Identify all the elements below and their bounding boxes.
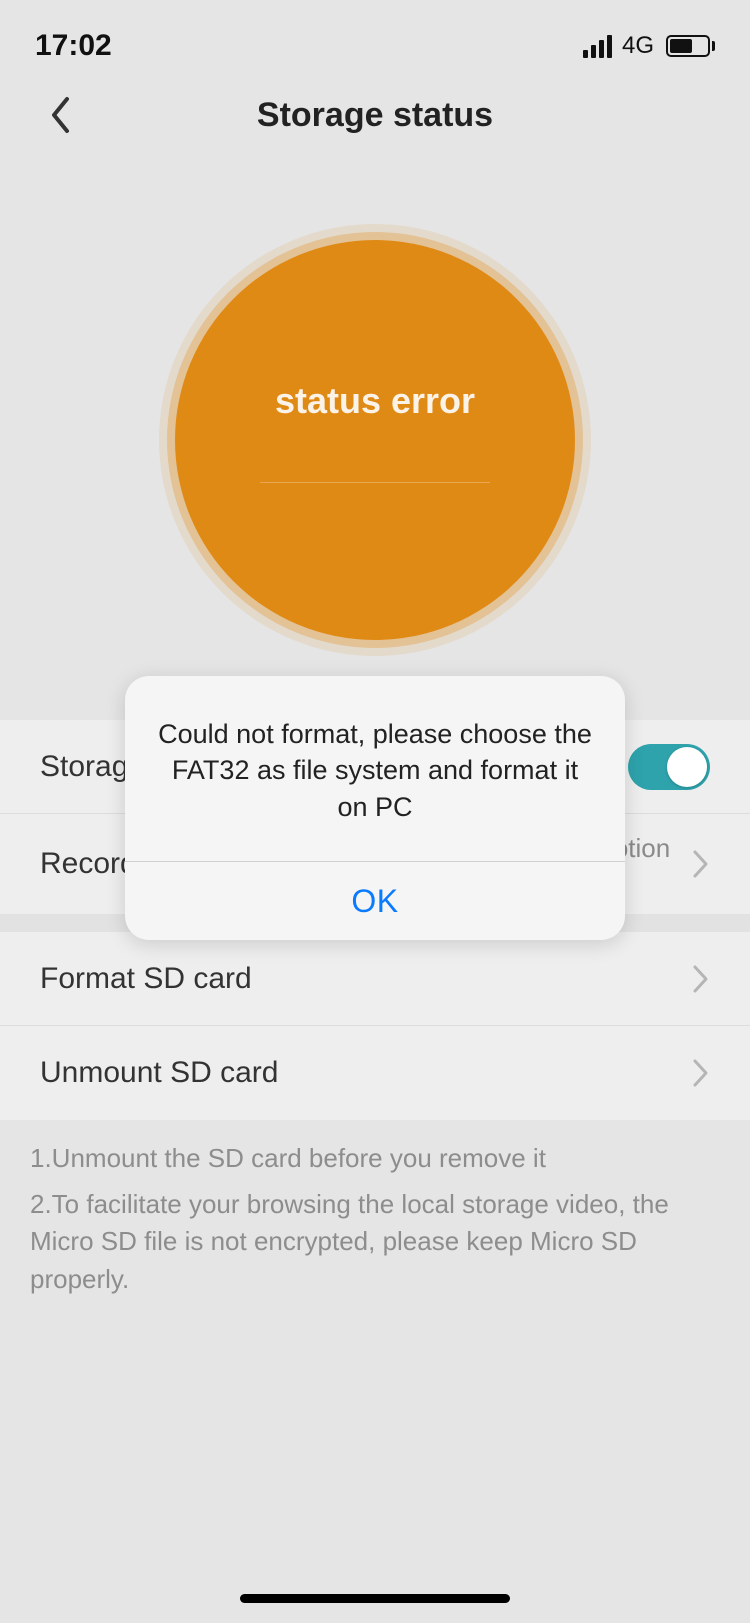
alert-message: Could not format, please choose the FAT3… <box>125 676 625 861</box>
status-right: 4G <box>583 32 715 60</box>
footer-line-2: 2.To facilitate your browsing the local … <box>30 1186 720 1299</box>
status-circle-area: status error <box>0 160 750 720</box>
home-indicator[interactable] <box>240 1594 510 1603</box>
status-circle-text: status error <box>275 380 475 422</box>
chevron-right-icon <box>692 1058 710 1088</box>
status-circle: status error <box>175 240 575 640</box>
toggle-knob <box>667 747 707 787</box>
chevron-left-icon <box>49 96 71 134</box>
alert-ok-button[interactable]: OK <box>125 862 625 940</box>
unmount-sd-card-label: Unmount SD card <box>40 1056 278 1090</box>
network-label: 4G <box>622 32 654 60</box>
footer-line-1: 1.Unmount the SD card before you remove … <box>30 1140 720 1178</box>
status-bar: 17:02 4G <box>0 0 750 70</box>
nav-bar: Storage status <box>0 70 750 160</box>
status-time: 17:02 <box>35 29 112 63</box>
storage-toggle[interactable] <box>628 744 710 790</box>
settings-section-2: Format SD card Unmount SD card <box>0 932 750 1120</box>
chevron-right-icon <box>692 849 710 879</box>
alert-dialog: Could not format, please choose the FAT3… <box>125 676 625 940</box>
footer-note: 1.Unmount the SD card before you remove … <box>0 1120 750 1299</box>
signal-icon <box>583 35 612 58</box>
back-button[interactable] <box>40 95 80 135</box>
format-sd-card-row[interactable]: Format SD card <box>0 932 750 1026</box>
unmount-sd-card-row[interactable]: Unmount SD card <box>0 1026 750 1120</box>
status-circle-divider <box>260 482 490 483</box>
format-sd-card-label: Format SD card <box>40 962 252 996</box>
battery-icon <box>666 35 715 57</box>
page-title: Storage status <box>257 96 493 135</box>
chevron-right-icon <box>692 964 710 994</box>
